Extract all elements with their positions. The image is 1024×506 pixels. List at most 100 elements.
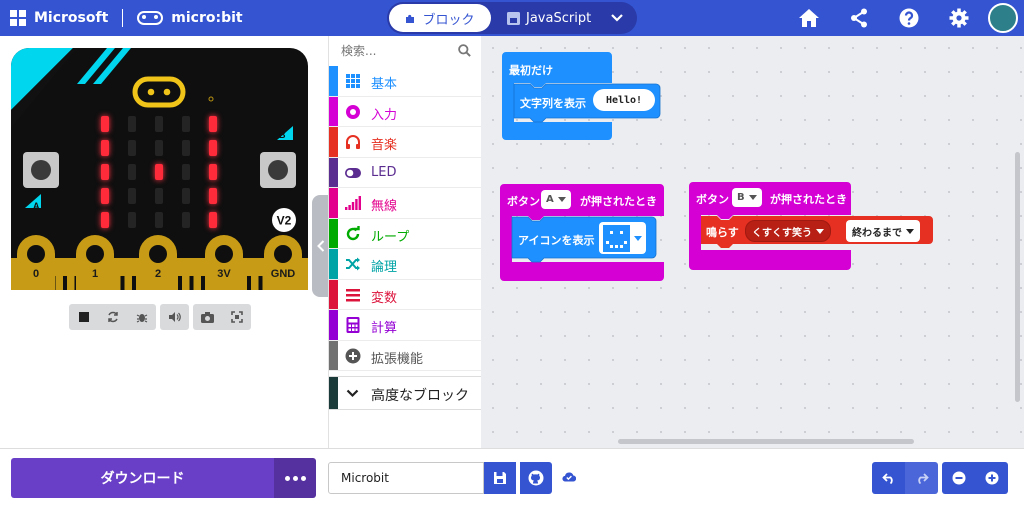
debug-sim-button[interactable] — [127, 304, 156, 330]
plus-circle-icon — [345, 348, 361, 363]
vertical-scrollbar[interactable] — [1015, 152, 1020, 402]
home-button[interactable] — [784, 0, 834, 36]
button-b-dropdown[interactable]: B — [732, 188, 762, 207]
version-badge: V2 — [277, 214, 292, 228]
share-button[interactable] — [834, 0, 884, 36]
puzzle-icon — [406, 14, 415, 23]
cloud-saved-icon[interactable] — [562, 471, 576, 482]
restart-icon — [107, 311, 118, 323]
led-off — [182, 212, 190, 228]
category-item[interactable]: 変数 — [329, 279, 481, 310]
on-start-block[interactable]: 最初だけ 文字列を表示 Hello! — [502, 52, 661, 142]
redo-button[interactable] — [905, 462, 938, 494]
category-color-bar — [329, 96, 338, 126]
project-name-input[interactable] — [328, 462, 484, 494]
restart-sim-button[interactable] — [98, 304, 127, 330]
category-color-bar — [329, 127, 338, 157]
home-icon — [799, 9, 819, 27]
pin-0: 0 — [17, 235, 55, 290]
stop-icon — [78, 312, 89, 322]
javascript-mode-label: JavaScript — [526, 10, 592, 26]
category-item[interactable]: 拡張機能 — [329, 340, 481, 371]
advanced-blocks-category[interactable]: 高度なブロック — [329, 376, 482, 410]
led-on — [209, 212, 217, 228]
fullscreen-sim-button[interactable] — [222, 304, 251, 330]
zoom-out-icon — [952, 471, 965, 485]
category-item[interactable]: 基本 — [329, 66, 481, 97]
caret-down-icon — [557, 197, 566, 202]
button-a-dropdown[interactable]: A — [541, 190, 571, 209]
undo-button[interactable] — [872, 462, 905, 494]
zoom-in-button[interactable] — [975, 462, 1008, 494]
pin-1: 1 — [76, 235, 114, 290]
help-button[interactable] — [884, 0, 934, 36]
user-avatar[interactable] — [988, 3, 1018, 33]
chevron-down-icon — [346, 389, 359, 398]
melody-dropdown[interactable]: くすくす笑う — [745, 220, 831, 242]
simulator-toolbar — [69, 304, 251, 330]
show-string-value[interactable]: Hello! — [593, 89, 655, 111]
microbit-brand[interactable]: micro:bit — [171, 10, 242, 26]
mute-sim-button[interactable] — [160, 304, 189, 330]
play-melody-label: 鳴らす — [706, 226, 739, 239]
show-icon-label: アイコンを表示 — [518, 234, 595, 247]
download-button[interactable]: ダウンロード — [11, 458, 274, 498]
category-item[interactable]: 無線 — [329, 188, 481, 219]
save-button[interactable] — [484, 462, 516, 494]
download-more-button[interactable] — [274, 458, 316, 498]
pin-gnd: GND — [264, 235, 302, 290]
edge-connector-finger — [258, 276, 263, 290]
category-item[interactable]: 音楽 — [329, 127, 481, 158]
category-label: LED — [371, 164, 397, 180]
sim-sound-group — [160, 304, 189, 330]
edge-connector-finger — [178, 276, 182, 290]
led-off — [128, 212, 136, 228]
github-button[interactable] — [520, 462, 552, 494]
edge-connector-finger — [201, 276, 205, 290]
led-off — [155, 140, 163, 156]
github-icon — [528, 470, 544, 486]
category-label: ループ — [371, 229, 410, 245]
category-item[interactable]: 入力 — [329, 96, 481, 127]
category-label: 拡張機能 — [371, 351, 424, 367]
pin-2: 2 — [139, 235, 177, 290]
category-label: 計算 — [371, 321, 398, 336]
category-color-bar — [329, 218, 338, 248]
download-label: ダウンロード — [100, 471, 185, 487]
category-label: 音楽 — [371, 138, 398, 153]
edge-connector-finger — [132, 276, 136, 290]
category-label: 入力 — [371, 107, 398, 123]
icon-picker-dropdown[interactable] — [599, 222, 646, 254]
calculator-icon — [346, 317, 360, 333]
category-list: 基本入力音楽 LED 無線ループ論理 変数計算拡張機能 — [329, 66, 481, 371]
blocks-mode-tab[interactable]: ブロック — [389, 4, 491, 32]
category-item[interactable]: ループ — [329, 218, 481, 249]
button-a-event-label-post: が押されたとき — [580, 195, 657, 208]
horizontal-scrollbar[interactable] — [618, 439, 914, 444]
blocks-workspace[interactable]: 最初だけ 文字列を表示 Hello! ボタン A が押されたとき アイコンを表示 — [481, 36, 1024, 448]
pin-label: 3V — [217, 268, 231, 280]
play-mode-dropdown[interactable]: 終わるまで — [846, 220, 920, 242]
top-actions — [784, 0, 1024, 36]
stop-sim-button[interactable] — [69, 304, 98, 330]
chevron-down-icon[interactable] — [609, 10, 625, 26]
pin-label: 2 — [155, 268, 161, 280]
screenshot-sim-button[interactable] — [193, 304, 222, 330]
led-off — [155, 116, 163, 132]
category-item[interactable]: 計算 — [329, 310, 481, 341]
on-button-b-block[interactable]: ボタン B が押されたとき 鳴らす くすくす笑う 終わるまで — [689, 182, 933, 272]
led-on — [101, 188, 109, 204]
advanced-blocks-label: 高度なブロック — [371, 388, 469, 404]
category-item[interactable]: 論理 — [329, 249, 481, 280]
javascript-mode-tab[interactable]: JavaScript — [507, 4, 591, 32]
collapse-simulator-handle[interactable] — [312, 195, 329, 297]
category-color-bar — [329, 249, 338, 279]
bug-icon — [136, 314, 147, 323]
category-color-bar — [329, 66, 338, 96]
category-item[interactable]: LED — [329, 157, 481, 188]
settings-button[interactable] — [934, 0, 984, 36]
on-button-a-block[interactable]: ボタン A が押されたとき アイコンを表示 — [500, 184, 666, 283]
camera-icon — [201, 311, 214, 323]
more-dot — [284, 475, 290, 481]
zoom-out-button[interactable] — [942, 462, 975, 494]
